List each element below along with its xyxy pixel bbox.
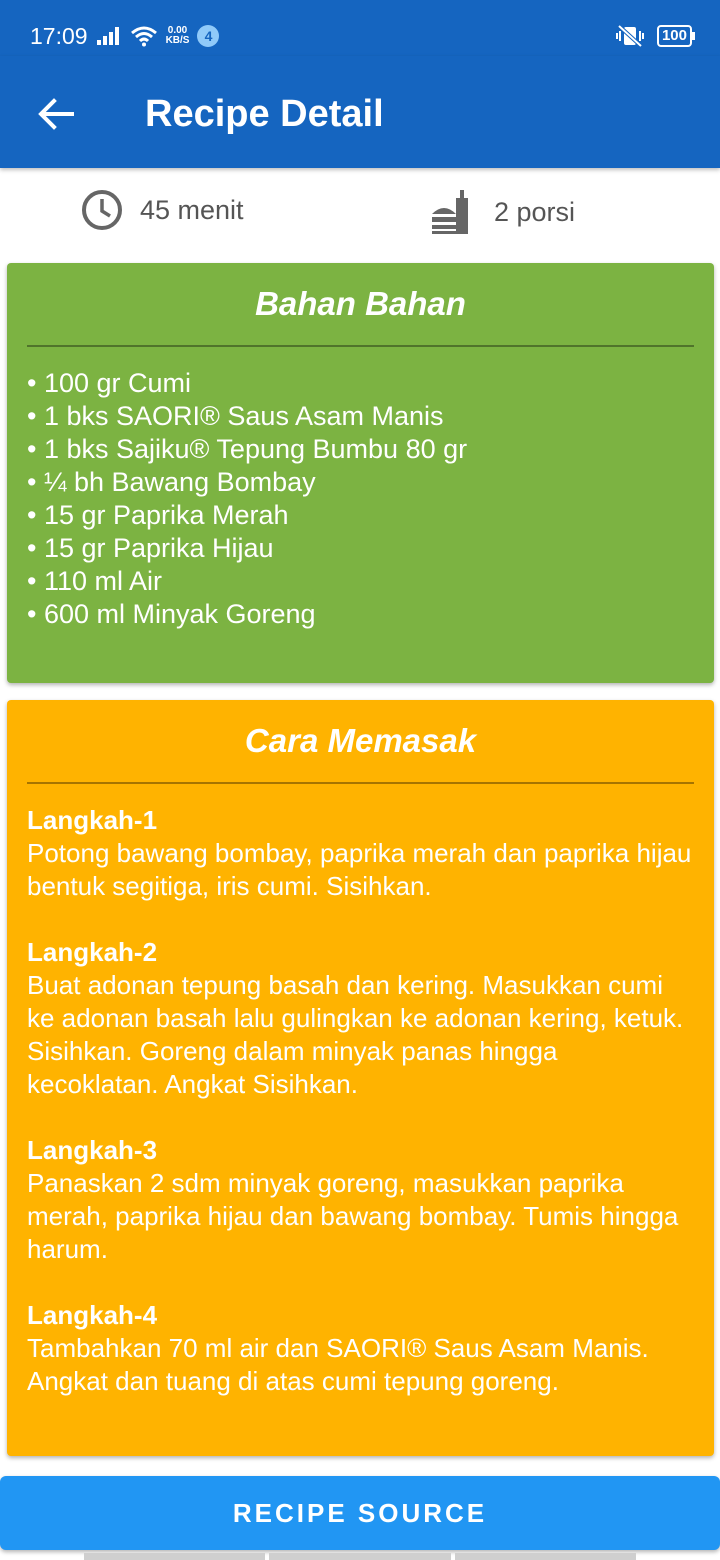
food-serving-icon <box>432 190 468 234</box>
servings: 2 porsi <box>430 188 575 236</box>
divider <box>27 345 694 347</box>
signal-icon <box>96 27 119 45</box>
step-title: Langkah-4 <box>27 1300 158 1330</box>
step-item: Langkah-3 Panaskan 2 sdm minyak goreng, … <box>27 1134 694 1266</box>
step-text: Tambahkan 70 ml air dan SAORI® Saus Asam… <box>27 1333 649 1396</box>
notification-badge: 4 <box>197 25 220 47</box>
arrow-left-icon <box>38 98 74 130</box>
ingredient-item: • 15 gr Paprika Hijau <box>27 533 274 563</box>
step-text: Panaskan 2 sdm minyak goreng, masukkan p… <box>27 1168 679 1264</box>
ingredient-item: • 15 gr Paprika Merah <box>27 500 289 530</box>
step-item: Langkah-2 Buat adonan tepung basah dan k… <box>27 936 694 1101</box>
status-bar: 17:09 0.00 KB/S 4 100 <box>0 0 720 56</box>
ingredient-item: • 100 gr Cumi <box>27 368 192 398</box>
wifi-icon <box>130 26 157 47</box>
battery-indicator: 100 <box>656 25 696 47</box>
steps-title: Cara Memasak <box>244 722 477 759</box>
strip-segment <box>454 1553 636 1560</box>
ingredients-list: • 100 gr Cumi • 1 bks SAORI® Saus Asam M… <box>27 367 714 631</box>
ingredients-card: Bahan Bahan • 100 gr Cumi • 1 bks SAORI®… <box>7 263 714 683</box>
page-title: Recipe Detail <box>145 93 384 135</box>
strip-segment <box>84 1553 266 1560</box>
step-title: Langkah-2 <box>27 937 158 967</box>
steps-list: Langkah-1 Potong bawang bombay, paprika … <box>27 804 694 1398</box>
step-text: Buat adonan tepung basah dan kering. Mas… <box>27 970 684 1099</box>
status-time: 17:09 <box>30 22 88 49</box>
back-button[interactable] <box>34 92 78 136</box>
net-speed-unit: KB/S <box>165 35 190 46</box>
cook-time: 45 menit <box>80 188 244 232</box>
vibrate-icon <box>615 24 644 48</box>
servings-label: 2 porsi <box>494 196 576 227</box>
ingredient-item: • 600 ml Minyak Goreng <box>27 599 316 629</box>
bottom-strip <box>84 1553 636 1560</box>
cook-time-label: 45 menit <box>140 194 244 225</box>
steps-card: Cara Memasak Langkah-1 Potong bawang bom… <box>7 700 714 1456</box>
divider <box>27 782 694 784</box>
step-item: Langkah-4 Tambahkan 70 ml air dan SAORI®… <box>27 1299 694 1398</box>
ingredient-item: • 110 ml Air <box>27 566 162 596</box>
recipe-source-button[interactable]: RECIPE SOURCE <box>0 1476 720 1550</box>
step-text: Potong bawang bombay, paprika merah dan … <box>27 838 692 901</box>
step-item: Langkah-1 Potong bawang bombay, paprika … <box>27 804 694 903</box>
strip-segment <box>269 1553 451 1560</box>
ingredient-item: • 1 bks SAORI® Saus Asam Manis <box>27 401 444 431</box>
ingredient-item: • ¼ bh Bawang Bombay <box>27 467 316 497</box>
step-title: Langkah-3 <box>27 1135 158 1165</box>
ingredients-title: Bahan Bahan <box>255 285 466 322</box>
app-bar: Recipe Detail <box>0 56 720 168</box>
recipe-info-row: 45 menit 2 porsi <box>0 170 720 254</box>
step-title: Langkah-1 <box>27 805 158 835</box>
net-speed: 0.00 KB/S <box>166 26 190 46</box>
ingredient-item: • 1 bks Sajiku® Tepung Bumbu 80 gr <box>27 434 468 464</box>
clock-icon <box>82 190 122 230</box>
